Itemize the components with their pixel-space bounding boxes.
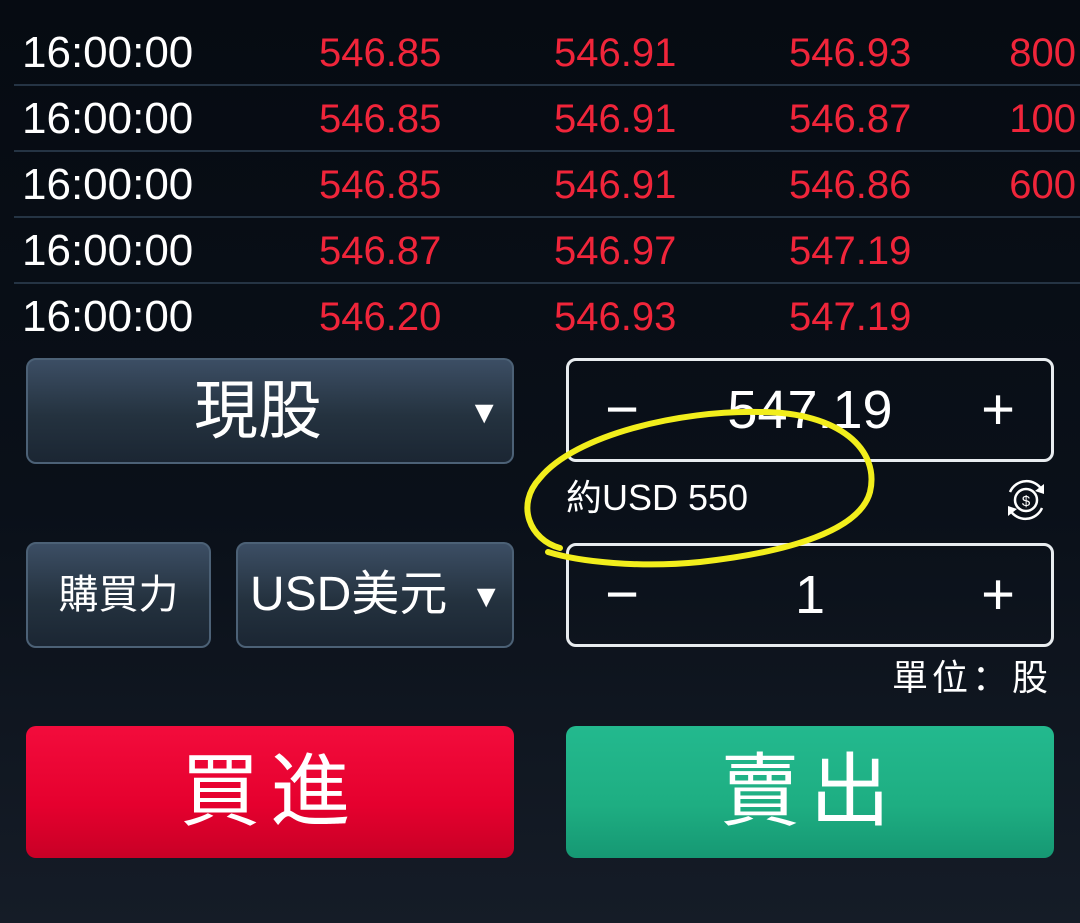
- trade-price-1: 546.20: [319, 295, 442, 339]
- table-row: 16:00:00 546.85 546.91 546.86 600: [14, 152, 1080, 218]
- price-input[interactable]: 547.19: [659, 361, 961, 459]
- table-row: 16:00:00 546.87 546.97 547.19: [14, 218, 1080, 284]
- table-row: 16:00:00 546.85 546.91 546.87 100: [14, 86, 1080, 152]
- stock-type-dropdown[interactable]: 現股 ▼: [26, 358, 514, 464]
- buy-button[interactable]: 買進: [26, 726, 514, 858]
- trade-price-2: 546.97: [554, 229, 677, 273]
- approx-amount: 約USD 550: [566, 477, 749, 518]
- trade-time: 16:00:00: [22, 292, 194, 341]
- trade-price-2: 546.91: [554, 97, 677, 141]
- quantity-input[interactable]: 1: [659, 546, 961, 644]
- buying-power-label: 購買力: [58, 573, 179, 617]
- price-increase-button[interactable]: +: [953, 361, 1043, 459]
- trade-price-3: 546.93: [789, 31, 912, 75]
- price-stepper: − 547.19 +: [566, 358, 1054, 462]
- trade-time: 16:00:00: [22, 226, 194, 275]
- svg-text:$: $: [1022, 493, 1031, 510]
- unit-label: 單位：股: [891, 657, 1052, 698]
- trade-price-2: 546.93: [554, 295, 677, 339]
- quantity-decrease-button[interactable]: −: [577, 546, 667, 644]
- currency-dropdown[interactable]: USD美元 ▼: [236, 542, 514, 648]
- trade-volume: 100: [1009, 97, 1076, 141]
- trade-price-3: 546.87: [789, 97, 912, 141]
- table-row: 16:00:00 546.20 546.93 547.19: [14, 284, 1080, 350]
- trade-volume: 600: [1009, 163, 1076, 207]
- trade-price-1: 546.85: [319, 97, 442, 141]
- dropdown-arrow-icon: ▼: [468, 394, 500, 430]
- trade-time: 16:00:00: [22, 28, 194, 77]
- quantity-increase-button[interactable]: +: [953, 546, 1043, 644]
- trade-history-table: 16:00:00 546.85 546.91 546.93 800 16:00:…: [14, 20, 1080, 350]
- trade-time: 16:00:00: [22, 160, 194, 209]
- quantity-stepper: − 1 +: [566, 543, 1054, 647]
- trade-price-3: 546.86: [789, 163, 912, 207]
- trade-volume: 800: [1009, 31, 1076, 75]
- stock-type-label: 現股: [194, 375, 322, 447]
- trade-time: 16:00:00: [22, 94, 194, 143]
- trade-price-3: 547.19: [789, 295, 912, 339]
- trade-price-2: 546.91: [554, 163, 677, 207]
- dropdown-arrow-icon: ▼: [470, 578, 502, 614]
- sell-button[interactable]: 賣出: [566, 726, 1054, 858]
- currency-convert-icon[interactable]: $: [1000, 474, 1052, 526]
- price-decrease-button[interactable]: −: [577, 361, 667, 459]
- currency-label: USD美元: [250, 568, 448, 621]
- trade-price-2: 546.91: [554, 31, 677, 75]
- table-row: 16:00:00 546.85 546.91 546.93 800: [14, 20, 1080, 86]
- trade-price-3: 547.19: [789, 229, 912, 273]
- trade-price-1: 546.85: [319, 163, 442, 207]
- trade-price-1: 546.85: [319, 31, 442, 75]
- buying-power-button[interactable]: 購買力: [26, 542, 211, 648]
- trade-price-1: 546.87: [319, 229, 442, 273]
